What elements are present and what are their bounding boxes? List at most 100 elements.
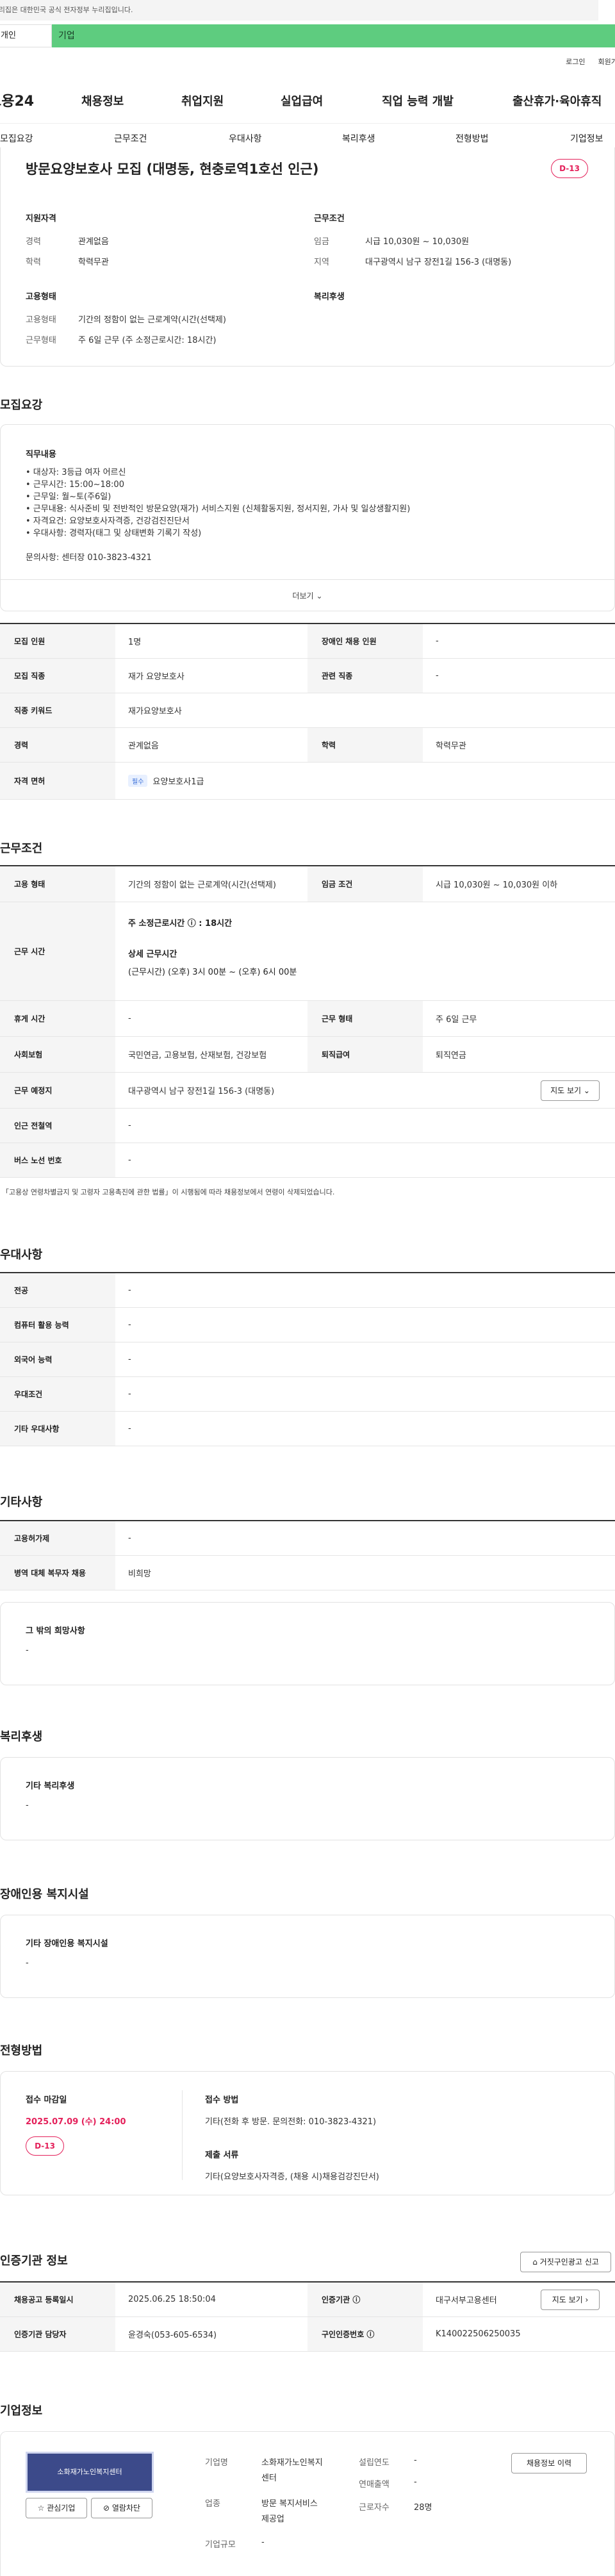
wish-title: 그 밖의 희망사항 bbox=[26, 1626, 85, 1636]
row-label: 퇴직급여 bbox=[308, 1037, 423, 1072]
row-value: 1명 bbox=[128, 638, 142, 647]
signup-link[interactable]: 회원가입 bbox=[598, 56, 615, 67]
table-row: 채용공고 등록일시 2025.06.25 18:50:04 인증기관 ⓘ 대구서… bbox=[0, 2283, 615, 2317]
qual-title: 지원자격 bbox=[26, 214, 56, 224]
row-value: - bbox=[436, 636, 439, 646]
deadline-title: 접수 마감일 bbox=[26, 2095, 67, 2105]
industry-value-cont: 제공업 bbox=[261, 2514, 284, 2524]
table-row: 버스 노선 번호 - bbox=[0, 1143, 615, 1178]
table-row: 전공 - bbox=[0, 1273, 615, 1308]
org-map-label: 지도 보기 bbox=[552, 2295, 583, 2304]
user-type-tabs: 개인 기업 bbox=[0, 24, 615, 47]
welfare-value: - bbox=[26, 1801, 29, 1810]
auth-section-title: 인증기관 정보 bbox=[0, 2254, 68, 2268]
career-label: 경력 bbox=[26, 237, 41, 247]
gnb-jobs[interactable]: 채용정보 bbox=[81, 92, 124, 109]
block-view-button[interactable]: ⊘ 열람차단 bbox=[91, 2498, 152, 2518]
login-link[interactable]: 로그인 bbox=[566, 56, 585, 67]
detail-hours-title: 상세 근무시간 bbox=[128, 950, 177, 959]
table-row: 모집 직종 재가 요양보호사 관련 직종 - bbox=[0, 659, 615, 693]
scale-value: - bbox=[261, 2538, 265, 2547]
subnav-company[interactable]: 기업정보 bbox=[570, 132, 603, 145]
row-label: 인증기관 ⓘ bbox=[308, 2283, 423, 2316]
row-label: 휴게 시간 bbox=[0, 1001, 115, 1036]
table-row: 직종 키워드 재가요양보호사 bbox=[0, 693, 615, 728]
tab-company[interactable]: 기업 bbox=[52, 24, 615, 47]
company-name-label: 기업명 bbox=[205, 2458, 228, 2468]
table-row: 인근 전철역 - bbox=[0, 1109, 615, 1143]
row-value: 퇴직연금 bbox=[436, 1051, 466, 1061]
section-subnav: 모집요강 근무조건 우대사항 복리후생 전형방법 기업정보 bbox=[0, 123, 615, 150]
report-false-ad-button[interactable]: ⌂ 거짓구인광고 신고 bbox=[520, 2252, 611, 2272]
table-row: 고용허가제 - bbox=[0, 1521, 615, 1556]
row-value: K140022506250035 bbox=[436, 2329, 521, 2339]
est-value: - bbox=[414, 2456, 417, 2465]
row-value: - bbox=[128, 1121, 131, 1130]
company-logo-text: 소화재가노인복지센터 bbox=[57, 2468, 122, 2476]
chevron-down-icon: ⌄ bbox=[316, 591, 323, 600]
subnav-conditions[interactable]: 근무조건 bbox=[114, 132, 147, 145]
favorite-company-button[interactable]: ☆ 관심기업 bbox=[26, 2498, 87, 2518]
row-value: 학력무관 bbox=[436, 741, 466, 751]
industry-label: 업종 bbox=[205, 2499, 220, 2509]
row-label: 모집 인원 bbox=[0, 624, 115, 658]
employees-label: 근로자수 bbox=[359, 2503, 390, 2513]
employees-value: 28명 bbox=[414, 2503, 432, 2513]
table-row: 병역 대체 복무자 채용 비희망 bbox=[0, 1556, 615, 1590]
report-button-label: 거짓구인광고 신고 bbox=[539, 2258, 599, 2266]
recruit-section-title: 모집요강 bbox=[0, 399, 43, 412]
row-label: 고용 형태 bbox=[0, 866, 115, 902]
row-label: 구인인증번호 ⓘ bbox=[308, 2317, 423, 2351]
company-name-cont: 센터 bbox=[261, 2473, 277, 2483]
table-row: 인증기관 담당자 윤경숙(053-605-6534) 구인인증번호 ⓘ K140… bbox=[0, 2317, 615, 2352]
more-label: 더보기 bbox=[292, 591, 314, 600]
table-row: 외국어 능력 - bbox=[0, 1342, 615, 1377]
row-value: - bbox=[128, 1014, 131, 1023]
tab-personal[interactable]: 개인 bbox=[0, 24, 52, 47]
favorite-label: 관심기업 bbox=[47, 2504, 76, 2513]
gnb-employment-support[interactable]: 취업지원 bbox=[181, 92, 224, 109]
subnav-preference[interactable]: 우대사항 bbox=[229, 132, 262, 145]
org-map-button[interactable]: 지도 보기 › bbox=[541, 2290, 600, 2310]
row-value: - bbox=[128, 1533, 131, 1543]
more-button[interactable]: 더보기 ⌄ bbox=[0, 579, 615, 611]
required-badge: 필수 bbox=[128, 775, 148, 787]
row-label: 채용공고 등록일시 bbox=[0, 2283, 115, 2316]
wage-value: 시급 10,030원 ~ 10,030원 bbox=[365, 237, 470, 247]
license-cell: 필수 요양보호사1급 bbox=[128, 763, 204, 799]
row-label: 직종 키워드 bbox=[0, 693, 115, 727]
company-logo: 소화재가노인복지센터 bbox=[26, 2452, 154, 2493]
gnb-unemployment[interactable]: 실업급여 bbox=[281, 92, 323, 109]
subnav-recruit[interactable]: 모집요강 bbox=[0, 132, 33, 145]
subnav-welfare[interactable]: 복리후생 bbox=[342, 132, 375, 145]
row-value: 국민연금, 고용보험, 산재보험, 건강보험 bbox=[128, 1051, 267, 1061]
map-button[interactable]: 지도 보기 ⌄ bbox=[541, 1080, 600, 1101]
table-row: 자격 면허 필수 요양보호사1급 bbox=[0, 763, 615, 800]
row-label: 모집 직종 bbox=[0, 659, 115, 693]
welfare-card bbox=[0, 1757, 615, 1840]
docs-title: 제출 서류 bbox=[205, 2151, 239, 2160]
gnb-training[interactable]: 직업 능력 개발 bbox=[382, 92, 454, 109]
row-value: - bbox=[128, 1320, 131, 1330]
process-divider bbox=[182, 2090, 183, 2180]
row-label: 병역 대체 복무자 채용 bbox=[0, 1556, 115, 1590]
industry-value: 방문 복지서비스 bbox=[261, 2499, 318, 2509]
row-label: 고용허가제 bbox=[0, 1521, 115, 1555]
row-value: 주 6일 근무 bbox=[436, 1015, 477, 1025]
edu-value: 학력무관 bbox=[78, 258, 109, 267]
row-value: - bbox=[128, 1155, 131, 1165]
global-nav: 고용24 채용정보 취업지원 실업급여 직업 능력 개발 출산휴가·육아휴직 bbox=[0, 90, 615, 115]
megaphone-icon: ⌂ bbox=[532, 2258, 537, 2266]
site-logo[interactable]: 고용24 bbox=[0, 90, 34, 110]
deadline-value: 2025.07.09 (수) 24:00 bbox=[26, 2117, 126, 2127]
subnav-process[interactable]: 전형방법 bbox=[455, 132, 489, 145]
process-section-title: 전형방법 bbox=[0, 2044, 43, 2058]
disab-value: - bbox=[26, 1958, 29, 1968]
row-label: 전공 bbox=[0, 1273, 115, 1307]
disab-card bbox=[0, 1915, 615, 1998]
row-label: 장애인 채용 인원 bbox=[308, 624, 423, 658]
gnb-parental-leave[interactable]: 출산휴가·육아휴직 bbox=[512, 92, 602, 109]
method-title: 접수 방법 bbox=[205, 2095, 239, 2105]
row-label: 인근 전철역 bbox=[0, 1109, 115, 1143]
job-history-button[interactable]: 채용정보 이력 bbox=[511, 2453, 587, 2473]
